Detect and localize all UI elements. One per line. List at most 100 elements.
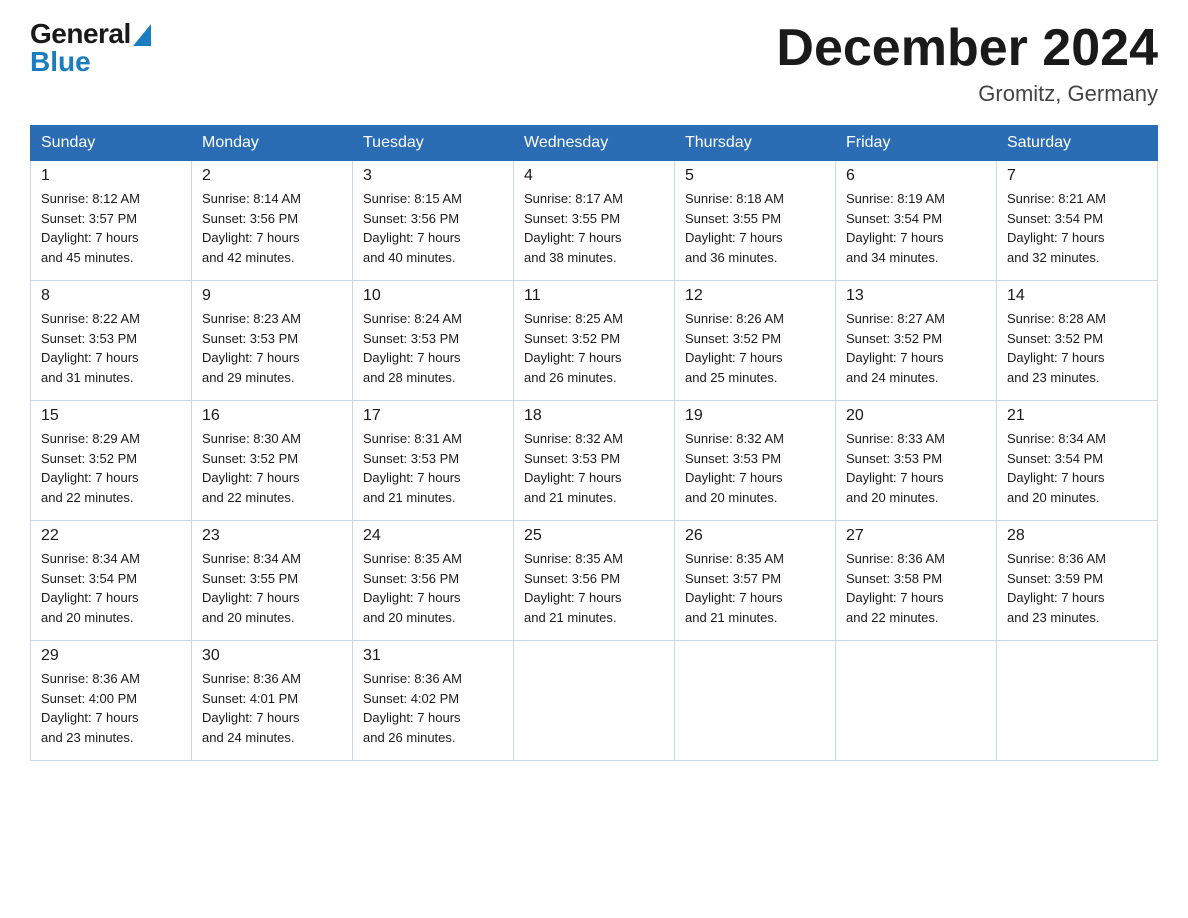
table-row: 18 Sunrise: 8:32 AMSunset: 3:53 PMDayligh… xyxy=(514,401,675,521)
day-info: Sunrise: 8:36 AMSunset: 4:01 PMDaylight:… xyxy=(202,669,342,747)
day-number: 20 xyxy=(846,407,986,425)
day-info: Sunrise: 8:21 AMSunset: 3:54 PMDaylight:… xyxy=(1007,189,1147,267)
day-number: 8 xyxy=(41,287,181,305)
day-info: Sunrise: 8:33 AMSunset: 3:53 PMDaylight:… xyxy=(846,429,986,507)
day-info: Sunrise: 8:26 AMSunset: 3:52 PMDaylight:… xyxy=(685,309,825,387)
day-info: Sunrise: 8:28 AMSunset: 3:52 PMDaylight:… xyxy=(1007,309,1147,387)
day-info: Sunrise: 8:36 AMSunset: 4:02 PMDaylight:… xyxy=(363,669,503,747)
table-row: 19Sunrise: 8:32 AMSunset: 3:53 PMDayligh… xyxy=(675,401,836,521)
day-number: 16 xyxy=(202,407,342,425)
table-row: 29Sunrise: 8:36 AMSunset: 4:00 PMDayligh… xyxy=(31,641,192,761)
calendar-table: Sunday Monday Tuesday Wednesday Thursday… xyxy=(30,125,1158,761)
table-row: 28 Sunrise: 8:36 AMSunset: 3:59 PMDayligh… xyxy=(997,521,1158,641)
day-info: Sunrise: 8:32 AMSunset: 3:53 PMDaylight:… xyxy=(524,429,664,507)
table-row: 8 Sunrise: 8:22 AMSunset: 3:53 PMDaylight… xyxy=(31,281,192,401)
table-row: 23 Sunrise: 8:34 AMSunset: 3:55 PMDayligh… xyxy=(192,521,353,641)
table-row: 12 Sunrise: 8:26 AMSunset: 3:52 PMDayligh… xyxy=(675,281,836,401)
day-number: 10 xyxy=(363,287,503,305)
table-row: 7 Sunrise: 8:21 AMSunset: 3:54 PMDaylight… xyxy=(997,161,1158,281)
table-row xyxy=(836,641,997,761)
table-row xyxy=(514,641,675,761)
calendar-week-row: 15 Sunrise: 8:29 AMSunset: 3:52 PMDayligh… xyxy=(31,401,1158,521)
day-info: Sunrise: 8:18 AMSunset: 3:55 PMDaylight:… xyxy=(685,189,825,267)
table-row: 5 Sunrise: 8:18 AMSunset: 3:55 PMDaylight… xyxy=(675,161,836,281)
logo-triangle-icon xyxy=(133,24,151,46)
day-info: Sunrise: 8:15 AMSunset: 3:56 PMDaylight:… xyxy=(363,189,503,267)
page-header: General Blue December 2024 Gromitz, Germ… xyxy=(30,20,1158,107)
day-info: Sunrise: 8:31 AMSunset: 3:53 PMDaylight:… xyxy=(363,429,503,507)
logo: General Blue xyxy=(30,20,151,76)
day-info: Sunrise: 8:22 AMSunset: 3:53 PMDaylight:… xyxy=(41,309,181,387)
table-row: 3Sunrise: 8:15 AMSunset: 3:56 PMDaylight… xyxy=(353,161,514,281)
table-row: 21 Sunrise: 8:34 AMSunset: 3:54 PMDayligh… xyxy=(997,401,1158,521)
day-number: 1 xyxy=(41,167,181,185)
table-row xyxy=(997,641,1158,761)
table-row: 4Sunrise: 8:17 AMSunset: 3:55 PMDaylight… xyxy=(514,161,675,281)
col-sunday: Sunday xyxy=(31,126,192,161)
day-number: 13 xyxy=(846,287,986,305)
day-info: Sunrise: 8:24 AMSunset: 3:53 PMDaylight:… xyxy=(363,309,503,387)
col-tuesday: Tuesday xyxy=(353,126,514,161)
day-number: 28 xyxy=(1007,527,1147,545)
col-saturday: Saturday xyxy=(997,126,1158,161)
calendar-week-row: 22Sunrise: 8:34 AMSunset: 3:54 PMDayligh… xyxy=(31,521,1158,641)
table-row: 20 Sunrise: 8:33 AMSunset: 3:53 PMDayligh… xyxy=(836,401,997,521)
day-number: 4 xyxy=(524,167,664,185)
calendar-week-row: 8 Sunrise: 8:22 AMSunset: 3:53 PMDaylight… xyxy=(31,281,1158,401)
day-number: 6 xyxy=(846,167,986,185)
calendar-week-row: 29Sunrise: 8:36 AMSunset: 4:00 PMDayligh… xyxy=(31,641,1158,761)
table-row: 25 Sunrise: 8:35 AMSunset: 3:56 PMDayligh… xyxy=(514,521,675,641)
calendar-header-row: Sunday Monday Tuesday Wednesday Thursday… xyxy=(31,126,1158,161)
day-number: 7 xyxy=(1007,167,1147,185)
day-info: Sunrise: 8:27 AMSunset: 3:52 PMDaylight:… xyxy=(846,309,986,387)
day-number: 23 xyxy=(202,527,342,545)
calendar-week-row: 1Sunrise: 8:12 AMSunset: 3:57 PMDaylight… xyxy=(31,161,1158,281)
day-info: Sunrise: 8:19 AMSunset: 3:54 PMDaylight:… xyxy=(846,189,986,267)
table-row: 16Sunrise: 8:30 AMSunset: 3:52 PMDayligh… xyxy=(192,401,353,521)
table-row: 14 Sunrise: 8:28 AMSunset: 3:52 PMDayligh… xyxy=(997,281,1158,401)
logo-general: General xyxy=(30,20,131,48)
day-info: Sunrise: 8:34 AMSunset: 3:55 PMDaylight:… xyxy=(202,549,342,627)
day-number: 12 xyxy=(685,287,825,305)
table-row: 13 Sunrise: 8:27 AMSunset: 3:52 PMDayligh… xyxy=(836,281,997,401)
day-info: Sunrise: 8:34 AMSunset: 3:54 PMDaylight:… xyxy=(1007,429,1147,507)
col-monday: Monday xyxy=(192,126,353,161)
day-number: 27 xyxy=(846,527,986,545)
day-number: 14 xyxy=(1007,287,1147,305)
day-info: Sunrise: 8:14 AMSunset: 3:56 PMDaylight:… xyxy=(202,189,342,267)
table-row: 31Sunrise: 8:36 AMSunset: 4:02 PMDayligh… xyxy=(353,641,514,761)
day-number: 25 xyxy=(524,527,664,545)
col-wednesday: Wednesday xyxy=(514,126,675,161)
day-number: 9 xyxy=(202,287,342,305)
day-number: 18 xyxy=(524,407,664,425)
table-row: 6 Sunrise: 8:19 AMSunset: 3:54 PMDaylight… xyxy=(836,161,997,281)
table-row: 30Sunrise: 8:36 AMSunset: 4:01 PMDayligh… xyxy=(192,641,353,761)
day-info: Sunrise: 8:35 AMSunset: 3:56 PMDaylight:… xyxy=(524,549,664,627)
table-row: 1Sunrise: 8:12 AMSunset: 3:57 PMDaylight… xyxy=(31,161,192,281)
day-number: 2 xyxy=(202,167,342,185)
day-number: 11 xyxy=(524,287,664,305)
page-title: December 2024 xyxy=(776,20,1158,77)
table-row: 24Sunrise: 8:35 AMSunset: 3:56 PMDayligh… xyxy=(353,521,514,641)
day-info: Sunrise: 8:23 AMSunset: 3:53 PMDaylight:… xyxy=(202,309,342,387)
day-info: Sunrise: 8:29 AMSunset: 3:52 PMDaylight:… xyxy=(41,429,181,507)
day-number: 29 xyxy=(41,647,181,665)
table-row xyxy=(675,641,836,761)
table-row: 11Sunrise: 8:25 AMSunset: 3:52 PMDayligh… xyxy=(514,281,675,401)
day-info: Sunrise: 8:36 AMSunset: 3:59 PMDaylight:… xyxy=(1007,549,1147,627)
day-number: 19 xyxy=(685,407,825,425)
table-row: 17Sunrise: 8:31 AMSunset: 3:53 PMDayligh… xyxy=(353,401,514,521)
col-friday: Friday xyxy=(836,126,997,161)
day-info: Sunrise: 8:35 AMSunset: 3:57 PMDaylight:… xyxy=(685,549,825,627)
col-thursday: Thursday xyxy=(675,126,836,161)
table-row: 9 Sunrise: 8:23 AMSunset: 3:53 PMDaylight… xyxy=(192,281,353,401)
page-location: Gromitz, Germany xyxy=(776,81,1158,107)
table-row: 15 Sunrise: 8:29 AMSunset: 3:52 PMDayligh… xyxy=(31,401,192,521)
day-number: 15 xyxy=(41,407,181,425)
day-number: 5 xyxy=(685,167,825,185)
table-row: 10 Sunrise: 8:24 AMSunset: 3:53 PMDayligh… xyxy=(353,281,514,401)
table-row: 22Sunrise: 8:34 AMSunset: 3:54 PMDayligh… xyxy=(31,521,192,641)
day-number: 26 xyxy=(685,527,825,545)
day-number: 21 xyxy=(1007,407,1147,425)
title-block: December 2024 Gromitz, Germany xyxy=(776,20,1158,107)
